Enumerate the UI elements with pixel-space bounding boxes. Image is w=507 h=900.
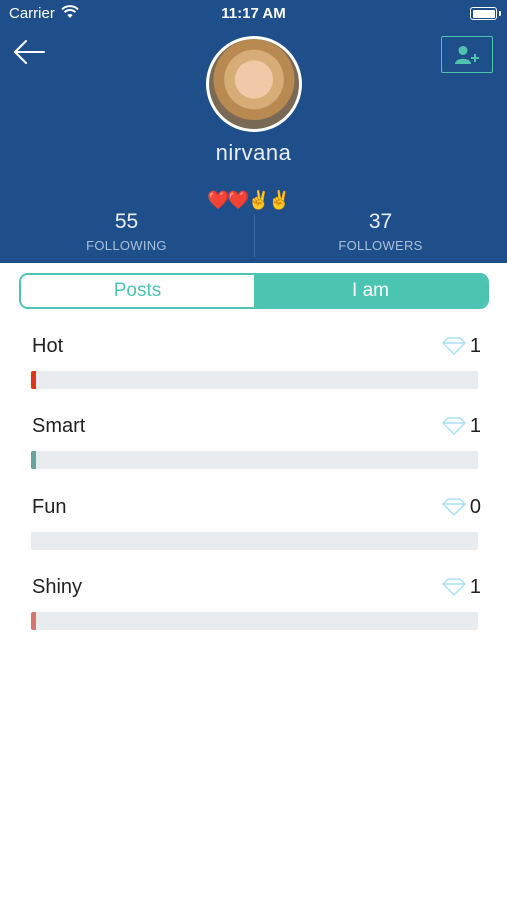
following-stat[interactable]: 55 FOLLOWING <box>0 210 253 253</box>
emoji-row: ❤️❤️✌️✌️ <box>207 190 291 211</box>
trait-progress-fill <box>31 451 36 469</box>
profile-tabs: Posts I am <box>19 273 489 309</box>
trait-row-fun[interactable]: Fun 0 <box>31 496 481 556</box>
battery-tip <box>499 11 501 16</box>
diamond-icon <box>442 578 466 601</box>
trait-count: 0 <box>469 496 481 518</box>
status-bar: Carrier 11:17 AM <box>0 0 507 28</box>
followers-label: FOLLOWERS <box>338 238 423 253</box>
add-friend-button[interactable] <box>441 36 493 73</box>
peace-emoji: ✌️ <box>247 190 270 210</box>
profile-header: Carrier 11:17 AM nirvana ❤️❤️✌️✌️ 55 FOL… <box>0 0 507 263</box>
heart-emoji: ❤️ <box>207 190 229 210</box>
trait-count: 1 <box>469 576 481 598</box>
trait-row-hot[interactable]: Hot 1 <box>31 335 481 395</box>
add-user-icon <box>455 45 479 64</box>
back-arrow-icon <box>14 40 45 64</box>
trait-row-smart[interactable]: Smart 1 <box>31 415 481 475</box>
followers-count: 37 <box>368 210 393 233</box>
trait-progress-bar <box>31 532 478 550</box>
peace-emoji: ✌️ <box>268 190 290 210</box>
diamond-icon <box>442 498 466 521</box>
diamond-icon <box>442 417 466 440</box>
trait-count: 1 <box>469 415 481 437</box>
trait-count: 1 <box>469 335 481 357</box>
diamond-icon <box>442 337 466 360</box>
trait-row-shiny[interactable]: Shiny 1 <box>31 576 481 636</box>
trait-name: Shiny <box>32 576 83 598</box>
trait-progress-fill <box>31 371 36 389</box>
following-count: 55 <box>114 210 139 233</box>
trait-progress-fill <box>31 612 36 630</box>
trait-name: Smart <box>32 415 86 437</box>
trait-name: Hot <box>32 335 64 357</box>
trait-progress-bar <box>31 612 478 630</box>
following-label: FOLLOWING <box>86 238 167 253</box>
trait-name: Fun <box>32 496 67 518</box>
avatar <box>206 36 302 132</box>
tab-i-am[interactable]: I am <box>254 275 487 307</box>
status-time: 11:17 AM <box>221 5 286 22</box>
username: nirvana <box>215 140 292 165</box>
tab-posts[interactable]: Posts <box>21 275 254 307</box>
battery-icon <box>470 7 497 20</box>
heart-emoji: ❤️ <box>227 190 249 210</box>
back-button[interactable] <box>12 38 46 66</box>
trait-progress-bar <box>31 451 478 469</box>
trait-progress-bar <box>31 371 478 389</box>
followers-stat[interactable]: 37 FOLLOWERS <box>254 210 507 253</box>
